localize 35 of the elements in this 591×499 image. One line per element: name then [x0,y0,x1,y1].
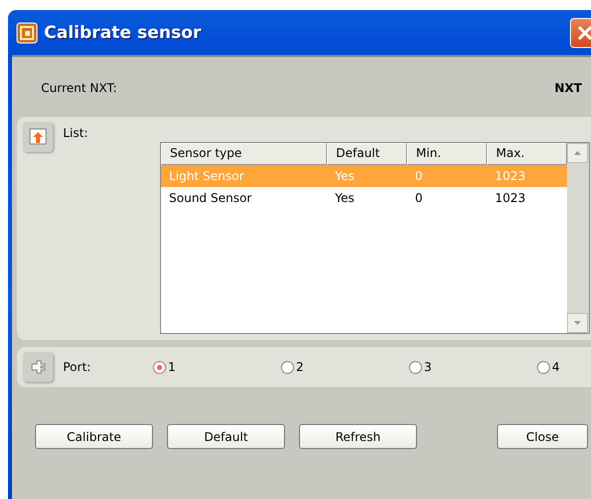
up-arrow-icon [574,151,581,155]
port-radio[interactable]: 1 [153,360,281,374]
dialog-button[interactable]: Calibrate [35,424,153,449]
column-header[interactable]: Min. [407,143,487,165]
table-cell-text: Sound Sensor [168,191,253,205]
dialog-button[interactable]: Default [167,424,285,449]
port-radio[interactable]: 2 [281,360,409,374]
port-radio[interactable]: 3 [409,360,537,374]
table-cell-text: Yes [334,191,356,205]
table-cell-text: Light Sensor [168,169,245,183]
column-header[interactable]: Default [327,143,407,165]
window-title: Calibrate sensor [44,22,202,42]
list-label: List: [63,126,90,142]
table-cell-text: 1023 [494,191,527,205]
port-label: Port: [63,360,92,374]
table-cell-text: 1023 [494,169,527,183]
upload-icon[interactable] [23,122,53,152]
current-nxt-value: NXT [554,81,582,95]
plug-icon[interactable] [23,352,53,382]
column-header[interactable]: Max. [487,143,567,165]
dialog-button[interactable]: Close [497,424,588,449]
table-cell-text: Yes [334,169,356,183]
dialog-button[interactable]: Refresh [299,424,417,449]
table-row[interactable]: Sound Sensor Yes 0 1023 [161,187,567,209]
current-nxt-label: Current NXT: [41,81,117,95]
app-icon [16,22,38,44]
down-arrow-icon [574,321,581,325]
scrollbar[interactable] [567,143,589,333]
close-icon [576,24,591,42]
scroll-up-button[interactable] [567,143,588,163]
close-button[interactable] [570,18,591,48]
table-cell-text: 0 [414,191,424,205]
column-header[interactable]: Sensor type [161,143,327,165]
scroll-down-button[interactable] [567,313,588,333]
table-cell-text: 0 [414,169,424,183]
